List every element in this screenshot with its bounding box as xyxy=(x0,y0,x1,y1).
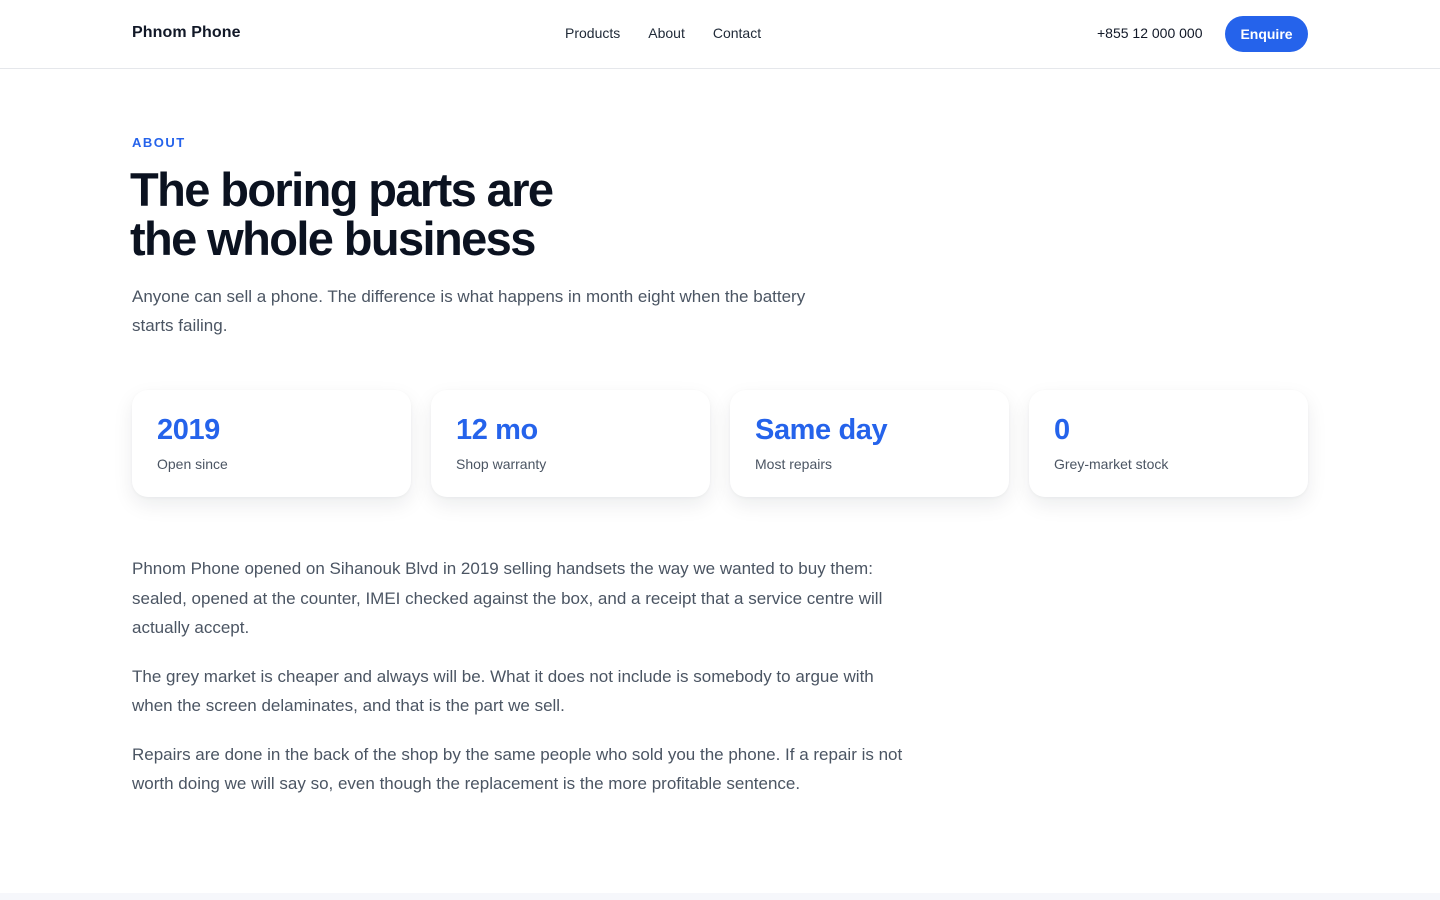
stat-card-grey-market: 0 Grey-market stock xyxy=(1029,390,1308,497)
body-paragraph-3: Repairs are done in the back of the shop… xyxy=(132,744,903,794)
footer-edge xyxy=(0,893,1440,900)
nav-link-contact[interactable]: Contact xyxy=(713,25,761,41)
stat-label: Most repairs xyxy=(755,456,833,472)
stat-value: 12 mo xyxy=(456,414,538,446)
nav-link-products[interactable]: Products xyxy=(565,25,620,41)
section-eyebrow: ABOUT xyxy=(132,135,186,150)
headline-line-2: the whole business xyxy=(130,212,536,265)
stat-value: Same day xyxy=(755,414,888,446)
stat-value: 2019 xyxy=(157,414,220,446)
page-headline: The boring parts are the whole business xyxy=(130,165,650,263)
stat-value: 0 xyxy=(1054,414,1070,446)
body-paragraph-1: Phnom Phone opened on Sihanouk Blvd in 2… xyxy=(132,559,883,637)
stat-label: Grey-market stock xyxy=(1054,456,1169,472)
top-nav-bar: Phnom Phone Products About Contact +855 … xyxy=(0,0,1440,69)
main-nav: Products About Contact xyxy=(565,25,761,41)
phone-number[interactable]: +855 12 000 000 xyxy=(1097,25,1203,41)
brand-logo-text[interactable]: Phnom Phone xyxy=(132,24,241,42)
stat-label: Shop warranty xyxy=(456,456,547,472)
body-paragraph-2: The grey market is cheaper and always wi… xyxy=(132,666,874,716)
stat-card-repairs: Same day Most repairs xyxy=(730,390,1009,497)
nav-link-about[interactable]: About xyxy=(648,25,685,41)
hero-lede: Anyone can sell a phone. The difference … xyxy=(132,287,806,335)
headline-line-1: The boring parts are xyxy=(130,163,554,216)
stats-row: 2019 Open since 12 mo Shop warranty Same… xyxy=(132,390,1308,497)
about-body: Phnom Phone opened on Sihanouk Blvd in 2… xyxy=(132,554,912,818)
enquire-button[interactable]: Enquire xyxy=(1225,16,1308,52)
stat-card-open-since: 2019 Open since xyxy=(132,390,411,497)
stat-card-warranty: 12 mo Shop warranty xyxy=(431,390,710,497)
stat-label: Open since xyxy=(157,456,228,472)
